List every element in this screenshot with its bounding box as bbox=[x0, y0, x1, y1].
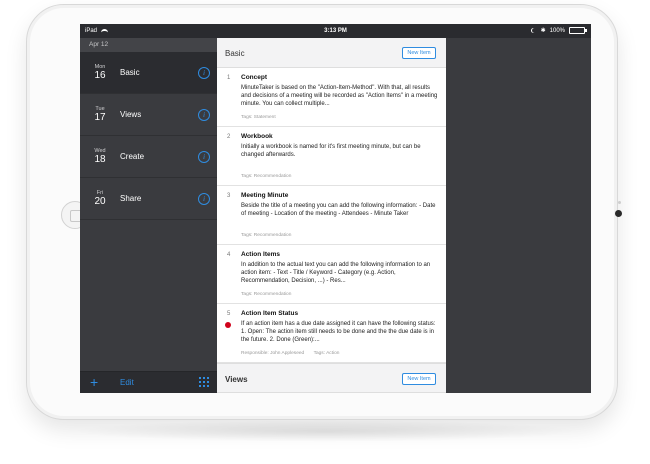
edit-button[interactable]: Edit bbox=[120, 378, 134, 387]
day-date: Mon 16 bbox=[89, 64, 111, 81]
item-tags: Tags: Recommendation bbox=[241, 233, 291, 238]
camera-icon bbox=[615, 210, 622, 217]
item-tags: Tags: Statement bbox=[241, 115, 276, 120]
item-text: MinuteTaker is based on the "Action-Item… bbox=[241, 85, 438, 107]
item-number: 3 bbox=[227, 193, 231, 199]
detail-panel: Basic New Item 1 Concept MinuteTaker is … bbox=[217, 38, 446, 393]
day-number: 17 bbox=[94, 112, 106, 123]
sidebar-date-header: Apr 12 bbox=[80, 38, 217, 52]
day-number: 20 bbox=[94, 196, 106, 207]
section-header-views: Views New Item bbox=[217, 363, 446, 393]
bluetooth-icon: ✱ bbox=[540, 28, 546, 34]
screen: iPad 3:13 PM ✱ 100% Apr 12 Mon 16 Basic … bbox=[80, 24, 591, 393]
item-number: 5 bbox=[227, 311, 231, 317]
item-title: Action Item Status bbox=[241, 310, 299, 317]
section-header-basic: Basic New Item bbox=[217, 38, 446, 68]
info-icon[interactable]: i bbox=[198, 151, 210, 163]
info-icon[interactable]: i bbox=[198, 109, 210, 121]
device-shadow bbox=[70, 420, 580, 442]
item-tag: Tags: Recommendation bbox=[241, 174, 292, 179]
content-area bbox=[446, 38, 591, 393]
new-item-button[interactable]: New Item bbox=[402, 373, 436, 385]
action-item-list: 1 Concept MinuteTaker is based on the "A… bbox=[217, 68, 446, 363]
day-date: Fri 20 bbox=[89, 190, 111, 207]
item-tags: Tags: Recommendation bbox=[241, 174, 291, 179]
item-text: Beside the title of a meeting you can ad… bbox=[241, 203, 436, 217]
item-number: 1 bbox=[227, 75, 231, 81]
info-icon[interactable]: i bbox=[198, 193, 210, 205]
item-number: 2 bbox=[227, 134, 231, 140]
sidebar-item-label: Views bbox=[120, 110, 142, 119]
status-bar: iPad 3:13 PM ✱ 100% bbox=[80, 24, 591, 38]
item-number: 4 bbox=[227, 252, 231, 258]
day-date: Wed 18 bbox=[89, 148, 111, 165]
sidebar: Apr 12 Mon 16 Basic i Tue 17 Views i Wed… bbox=[80, 38, 217, 393]
sidebar-item-label: Basic bbox=[120, 68, 140, 77]
item-tag: Tags: Recommendation bbox=[241, 292, 292, 297]
add-icon[interactable]: + bbox=[90, 374, 98, 390]
list-item[interactable]: 2 Workbook Initially a workbook is named… bbox=[217, 127, 446, 186]
item-tag: Tags: Recommendation bbox=[241, 233, 292, 238]
battery-percent: 100% bbox=[549, 27, 565, 34]
info-icon[interactable]: i bbox=[198, 67, 210, 79]
item-tag: Tags: Action bbox=[313, 351, 340, 356]
item-title: Concept bbox=[241, 74, 267, 81]
day-number: 18 bbox=[94, 154, 106, 165]
item-responsible: Responsible: John Appleseed bbox=[241, 351, 305, 356]
list-item[interactable]: 3 Meeting Minute Beside the title of a m… bbox=[217, 186, 446, 245]
list-item[interactable]: 1 Concept MinuteTaker is based on the "A… bbox=[217, 68, 446, 127]
battery-icon bbox=[569, 27, 587, 34]
item-text: If an action item has a due date assigne… bbox=[241, 321, 436, 343]
status-right: ✱ 100% bbox=[532, 27, 587, 34]
item-title: Action Items bbox=[241, 251, 281, 258]
item-text: Initially a workbook is named for it's f… bbox=[241, 144, 421, 158]
do-not-disturb-icon bbox=[532, 28, 537, 33]
grid-icon[interactable] bbox=[199, 377, 209, 387]
item-tags: Tags: Recommendation bbox=[241, 292, 291, 297]
sidebar-item-label: Create bbox=[120, 152, 145, 161]
sidebar-item-basic[interactable]: Mon 16 Basic i bbox=[80, 52, 217, 94]
item-title: Workbook bbox=[241, 133, 273, 140]
sidebar-item-label: Share bbox=[120, 194, 142, 203]
item-tag: Tags: Statement bbox=[241, 115, 276, 120]
sidebar-toolbar: + Edit bbox=[80, 371, 217, 393]
sensor-dot bbox=[618, 201, 621, 204]
list-item[interactable]: 5 Action Item Status If an action item h… bbox=[217, 304, 446, 363]
sidebar-item-create[interactable]: Wed 18 Create i bbox=[80, 136, 217, 178]
item-title: Meeting Minute bbox=[241, 192, 289, 199]
sidebar-item-share[interactable]: Fri 20 Share i bbox=[80, 178, 217, 220]
day-number: 16 bbox=[94, 70, 106, 81]
day-date: Tue 17 bbox=[89, 106, 111, 123]
section-title: Views bbox=[225, 375, 248, 384]
item-tags: Responsible: John Appleseed Tags: Action bbox=[241, 351, 339, 356]
new-item-button[interactable]: New Item bbox=[402, 47, 436, 59]
sidebar-item-views[interactable]: Tue 17 Views i bbox=[80, 94, 217, 136]
status-time: 3:13 PM bbox=[324, 28, 347, 34]
list-item[interactable]: 4 Action Items In addition to the actual… bbox=[217, 245, 446, 304]
section-title: Basic bbox=[225, 49, 245, 58]
item-text: In addition to the actual text you can a… bbox=[241, 262, 431, 284]
status-dot-icon bbox=[225, 322, 231, 328]
